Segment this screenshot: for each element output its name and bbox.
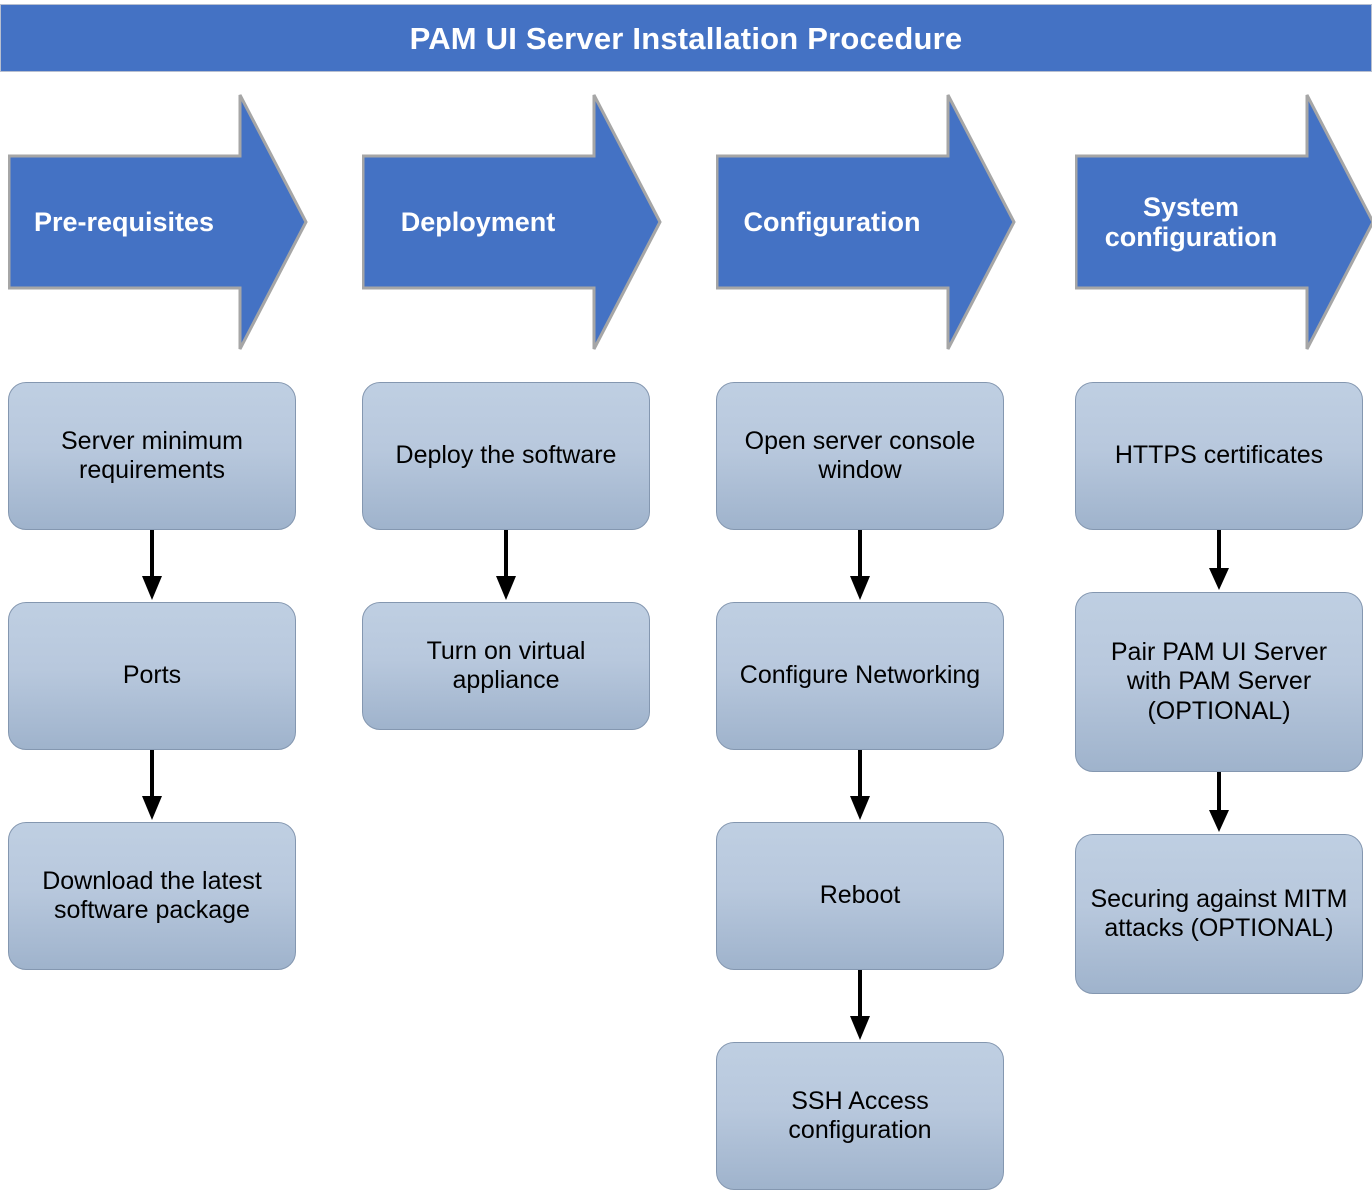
page-title: PAM UI Server Installation Procedure bbox=[409, 20, 963, 56]
process-box[interactable]: Reboot bbox=[716, 822, 1004, 970]
down-arrow-icon bbox=[850, 750, 870, 820]
down-arrow-icon bbox=[1209, 772, 1229, 832]
down-arrow-icon bbox=[850, 970, 870, 1040]
process-box[interactable]: Ports bbox=[8, 602, 296, 750]
down-arrow-icon bbox=[142, 750, 162, 820]
process-box[interactable]: SSH Access configuration bbox=[716, 1042, 1004, 1190]
process-box[interactable]: Pair PAM UI Server with PAM Server (OPTI… bbox=[1075, 592, 1363, 772]
process-box[interactable]: Open server console window bbox=[716, 382, 1004, 530]
block-arrow-icon bbox=[716, 94, 1016, 350]
down-arrow-icon bbox=[496, 530, 516, 600]
block-arrow-icon bbox=[8, 94, 308, 350]
phase-arrow-system-configuration: System configuration bbox=[1075, 93, 1372, 351]
block-arrow-icon bbox=[362, 94, 662, 350]
block-arrow-icon bbox=[1075, 94, 1372, 350]
connector-arrow bbox=[139, 530, 165, 602]
connector-arrow bbox=[847, 530, 873, 602]
process-box[interactable]: Turn on virtual appliance bbox=[362, 602, 650, 730]
connector-arrow bbox=[847, 750, 873, 822]
process-box[interactable]: Configure Networking bbox=[716, 602, 1004, 750]
down-arrow-icon bbox=[1209, 530, 1229, 590]
phase-arrow-pre-requisites: Pre-requisites bbox=[8, 93, 308, 351]
connector-arrow bbox=[493, 530, 519, 602]
process-box[interactable]: Download the latest software package bbox=[8, 822, 296, 970]
down-arrow-icon bbox=[850, 530, 870, 600]
down-arrow-icon bbox=[142, 530, 162, 600]
diagram-title-bar: PAM UI Server Installation Procedure bbox=[0, 4, 1372, 72]
process-box[interactable]: Securing against MITM attacks (OPTIONAL) bbox=[1075, 834, 1363, 994]
process-box[interactable]: HTTPS certificates bbox=[1075, 382, 1363, 530]
connector-arrow bbox=[847, 970, 873, 1042]
process-box[interactable]: Deploy the software bbox=[362, 382, 650, 530]
connector-arrow bbox=[139, 750, 165, 822]
phase-arrow-configuration: Configuration bbox=[716, 93, 1016, 351]
connector-arrow bbox=[1206, 530, 1232, 592]
phase-arrow-deployment: Deployment bbox=[362, 93, 662, 351]
process-box[interactable]: Server minimum requirements bbox=[8, 382, 296, 530]
connector-arrow bbox=[1206, 772, 1232, 834]
